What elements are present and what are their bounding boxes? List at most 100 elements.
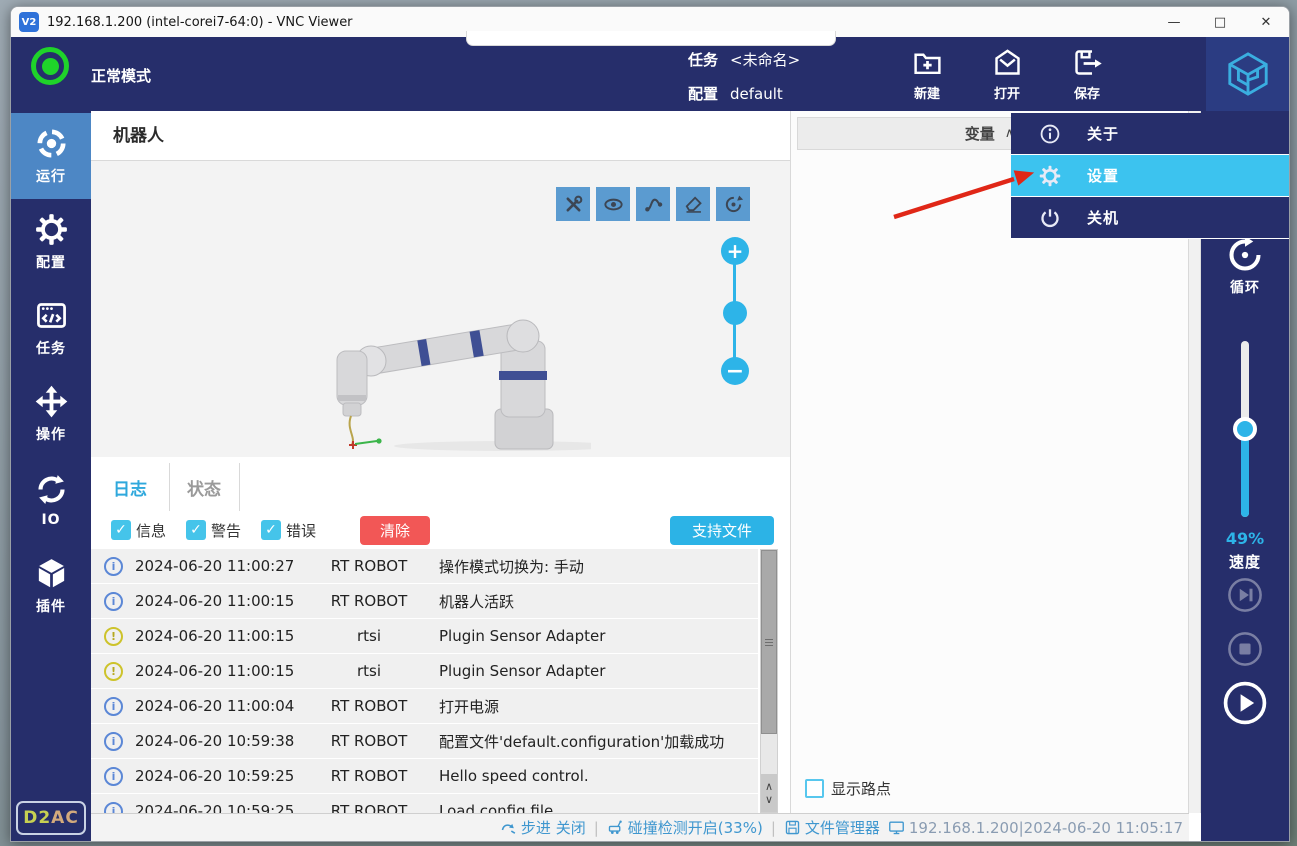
file-manager-button[interactable]: 文件管理器: [784, 817, 880, 838]
log-filters-row: ✓ 信息 ✓ 警告 ✓ 错误 清除 支持文件: [91, 511, 790, 549]
d2ac-badge[interactable]: D2AC: [16, 801, 86, 835]
scrollbar-thumb[interactable]: [761, 550, 777, 734]
log-level-icon: i: [104, 557, 123, 576]
close-button[interactable]: ✕: [1243, 7, 1289, 37]
sidebar-item-plugin[interactable]: 插件: [11, 543, 91, 629]
log-row[interactable]: i2024-06-20 11:00:27RT ROBOT操作模式切换为: 手动: [91, 549, 758, 583]
sidebar-item-operate[interactable]: 操作: [11, 371, 91, 457]
scrollbar-grip-icon: [765, 639, 773, 647]
log-level-icon: i: [104, 732, 123, 751]
log-row[interactable]: i2024-06-20 11:00:15RT ROBOT机器人活跃: [91, 584, 758, 618]
info-icon: [1039, 123, 1061, 145]
step-mode-status[interactable]: 步进 关闭: [500, 817, 586, 838]
stop-button[interactable]: [1227, 631, 1263, 667]
left-sidebar: 运行 配置 任务 操作 IO 插件 D2AC: [11, 111, 91, 841]
open-task-button[interactable]: 打开: [974, 41, 1040, 107]
scrollbar-buttons[interactable]: ∧ ∨: [761, 774, 777, 812]
log-row[interactable]: i2024-06-20 10:59:38RT ROBOT配置文件'default…: [91, 724, 758, 758]
speed-slider-handle[interactable]: [1233, 417, 1257, 441]
log-row[interactable]: i2024-06-20 11:00:04RT ROBOT打开电源: [91, 689, 758, 723]
robot-3d-view[interactable]: + −: [91, 161, 790, 457]
speed-slider-fill: [1241, 429, 1249, 517]
step-arrow-icon: [500, 819, 517, 836]
zoom-slider-handle[interactable]: [723, 301, 747, 325]
zoom-in-button[interactable]: +: [721, 237, 749, 265]
app-header: 正常模式 任务 <未命名> 配置 default 新建 打开 保存: [11, 37, 1289, 111]
log-scrollbar[interactable]: ∧ ∨: [760, 549, 778, 813]
speed-percent: 49%: [1201, 529, 1289, 548]
checkbox-checked-icon[interactable]: ✓: [186, 520, 206, 540]
app-dropdown-menu: 关于 设置 关机: [1011, 113, 1289, 239]
filter-error[interactable]: ✓ 错误: [261, 520, 316, 541]
step-next-button[interactable]: [1227, 577, 1263, 613]
open-file-icon: [992, 47, 1023, 78]
sidebar-item-io[interactable]: IO: [11, 457, 91, 543]
log-row[interactable]: !2024-06-20 11:00:15rtsiPlugin Sensor Ad…: [91, 619, 758, 653]
play-button[interactable]: [1223, 681, 1267, 725]
erase-button[interactable]: [676, 187, 710, 221]
move-arrows-icon: [35, 385, 68, 418]
loop-icon: [1227, 237, 1263, 273]
log-row[interactable]: i2024-06-20 10:59:25RT ROBOTHello speed …: [91, 759, 758, 793]
scroll-up-icon[interactable]: ∧: [765, 780, 773, 793]
mode-indicator-icon: [31, 47, 69, 85]
vnc-app-icon: V2: [19, 12, 39, 32]
loop-mode-button[interactable]: 循环: [1201, 237, 1289, 297]
floppy-icon: [784, 819, 801, 836]
config-row: 配置 default: [688, 83, 783, 104]
tab-status[interactable]: 状态: [169, 463, 240, 511]
gear-icon: [35, 213, 68, 246]
filter-info[interactable]: ✓ 信息: [111, 520, 166, 541]
task-label: 任务: [688, 51, 718, 69]
zoom-out-button[interactable]: −: [721, 357, 749, 385]
config-label: 配置: [688, 85, 718, 103]
new-task-button[interactable]: 新建: [894, 41, 960, 107]
menu-item-settings[interactable]: 设置: [1011, 155, 1289, 196]
checkbox-unchecked-icon[interactable]: [805, 779, 824, 798]
minimize-button[interactable]: —: [1151, 7, 1197, 37]
app-menu-button[interactable]: [1206, 37, 1289, 111]
path-button[interactable]: [636, 187, 670, 221]
vnc-toolbar-tab[interactable]: [466, 31, 836, 46]
filter-warning[interactable]: ✓ 警告: [186, 520, 241, 541]
robot-arm-model: [291, 291, 591, 457]
tab-log[interactable]: 日志: [91, 463, 170, 511]
mode-label: 正常模式: [91, 65, 151, 86]
run-target-icon: [35, 127, 68, 160]
eye-icon: [603, 194, 624, 215]
log-level-icon: i: [104, 802, 123, 814]
visibility-button[interactable]: [596, 187, 630, 221]
show-waypoints-toggle[interactable]: 显示路点: [805, 778, 891, 799]
sidebar-item-config[interactable]: 配置: [11, 199, 91, 285]
io-sync-icon: [35, 473, 68, 506]
log-row[interactable]: !2024-06-20 11:00:15rtsiPlugin Sensor Ad…: [91, 654, 758, 688]
maximize-button[interactable]: □: [1197, 7, 1243, 37]
sidebar-item-run[interactable]: 运行: [11, 113, 91, 199]
log-row[interactable]: i2024-06-20 10:59:25RT ROBOTLoad config …: [91, 794, 758, 813]
tools-icon: [563, 194, 584, 215]
status-bar: 步进 关闭 | 碰撞检测开启(33%) | 文件管理器 192.168.1.20…: [91, 813, 1189, 841]
save-task-button[interactable]: 保存: [1054, 41, 1120, 107]
collision-detection-status[interactable]: 碰撞检测开启(33%): [607, 817, 763, 838]
speed-label: 速度: [1201, 551, 1289, 572]
clear-log-button[interactable]: 清除: [360, 516, 430, 545]
menu-item-shutdown[interactable]: 关机: [1011, 197, 1289, 238]
log-level-icon: i: [104, 592, 123, 611]
config-value: default: [730, 85, 783, 103]
log-level-icon: i: [104, 767, 123, 786]
checkbox-checked-icon[interactable]: ✓: [111, 520, 131, 540]
checkbox-checked-icon[interactable]: ✓: [261, 520, 281, 540]
sidebar-item-task[interactable]: 任务: [11, 285, 91, 371]
window-title: 192.168.1.200 (intel-corei7-64:0) - VNC …: [47, 15, 353, 30]
scroll-down-icon[interactable]: ∨: [765, 793, 773, 806]
reset-view-icon: [723, 194, 744, 215]
log-list[interactable]: i2024-06-20 11:00:27RT ROBOT操作模式切换为: 手动 …: [91, 549, 758, 813]
menu-item-about[interactable]: 关于: [1011, 113, 1289, 154]
robot-panel-title: 机器人: [91, 111, 790, 161]
cube-icon: [35, 557, 68, 590]
tools-button[interactable]: [556, 187, 590, 221]
support-file-button[interactable]: 支持文件: [670, 516, 774, 545]
collision-icon: [607, 819, 624, 836]
task-value: <未命名>: [730, 51, 800, 69]
reset-view-button[interactable]: [716, 187, 750, 221]
